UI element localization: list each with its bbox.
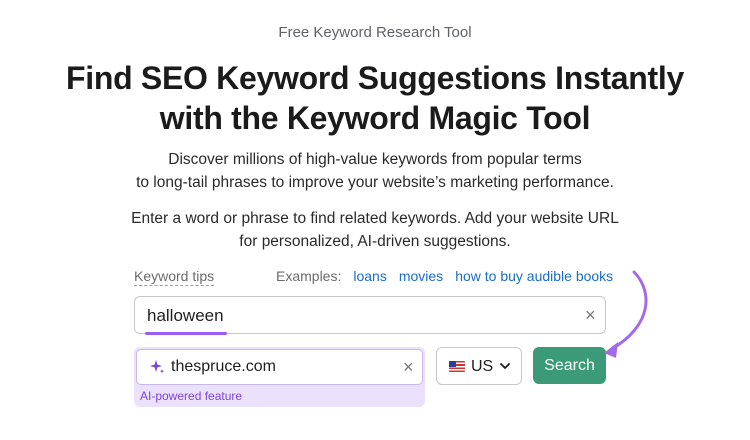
instructions-line-1: Enter a word or phrase to find related k… <box>131 210 619 227</box>
examples-row: Examples: loans movies how to buy audibl… <box>276 268 613 284</box>
page-title: Find SEO Keyword Suggestions Instantly w… <box>0 58 750 138</box>
description: Discover millions of high-value keywords… <box>0 148 750 194</box>
keyword-input-value[interactable]: halloween <box>147 306 224 326</box>
instructions: Enter a word or phrase to find related k… <box>0 207 750 253</box>
chevron-down-icon <box>500 363 510 369</box>
example-link-movies[interactable]: movies <box>399 268 443 284</box>
website-input[interactable]: thespruce.com × <box>136 349 423 385</box>
title-line-1: Find SEO Keyword Suggestions Instantly <box>65 60 684 96</box>
website-field-group: thespruce.com × AI-powered feature <box>134 347 425 407</box>
title-line-2: with the Keyword Magic Tool <box>159 100 591 136</box>
examples-label: Examples: <box>276 268 342 284</box>
keyword-input[interactable]: halloween × <box>134 296 606 335</box>
sparkle-icon <box>150 360 165 374</box>
active-underline <box>145 332 227 335</box>
pointer-arrow-icon <box>604 270 648 358</box>
ai-feature-label: AI-powered feature <box>140 389 243 403</box>
example-link-loans[interactable]: loans <box>353 268 386 284</box>
country-select[interactable]: US <box>436 347 522 385</box>
us-flag-icon <box>449 361 465 372</box>
website-input-value[interactable]: thespruce.com <box>171 358 276 376</box>
country-select-value: US <box>471 358 494 375</box>
description-line-2: to long-tail phrases to improve your web… <box>136 174 614 191</box>
eyebrow-label: Free Keyword Research Tool <box>278 24 472 41</box>
description-line-1: Discover millions of high-value keywords… <box>168 151 582 168</box>
keyword-tips-link[interactable]: Keyword tips <box>134 268 215 286</box>
close-icon[interactable]: × <box>403 358 414 376</box>
instructions-line-2: for personalized, AI-driven suggestions. <box>239 233 511 250</box>
